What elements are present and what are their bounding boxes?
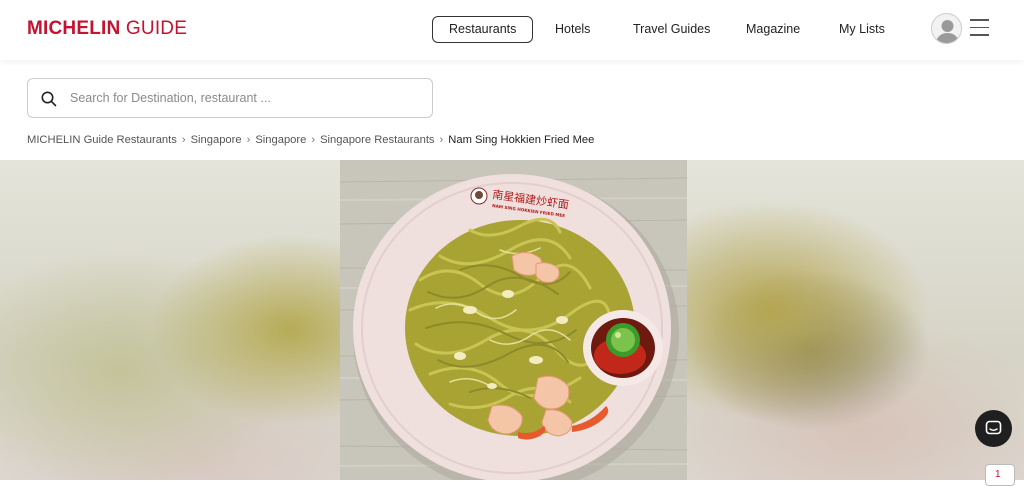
floating-list-badge[interactable]: 1 (985, 464, 1015, 486)
dish-illustration: 南星福建炒虾面 NAM SING HOKKIEN FRIED MEE (340, 160, 687, 480)
breadcrumb-michelin-guide-restaurants[interactable]: MICHELIN Guide Restaurants (27, 134, 177, 146)
logo-guide: GUIDE (125, 18, 188, 39)
restaurant-dish-photo[interactable]: 南星福建炒虾面 NAM SING HOKKIEN FRIED MEE (340, 160, 687, 480)
breadcrumb-separator: › (311, 134, 316, 146)
chat-support-button[interactable] (975, 410, 1012, 447)
nav-restaurants[interactable]: Restaurants (432, 16, 534, 43)
nav-travel-guides[interactable]: Travel Guides (633, 16, 710, 43)
user-avatar-icon[interactable] (931, 13, 962, 44)
floating-badge-count: 1 (995, 469, 1001, 480)
michelin-guide-logo[interactable]: MICHELIN GUIDE (27, 18, 187, 40)
breadcrumb-separator: › (439, 134, 444, 146)
search-input[interactable] (70, 79, 420, 117)
hero-gallery[interactable]: 南星福建炒虾面 NAM SING HOKKIEN FRIED MEE (0, 160, 1024, 480)
breadcrumb-separator: › (246, 134, 251, 146)
nav-my-lists[interactable]: My Lists (839, 16, 885, 43)
breadcrumb-singapore-city[interactable]: Singapore (255, 134, 306, 146)
search-icon (41, 91, 57, 107)
breadcrumb-separator: › (181, 134, 186, 146)
breadcrumb-singapore-restaurants[interactable]: Singapore Restaurants (320, 134, 434, 146)
breadcrumb: MICHELIN Guide Restaurants › Singapore › Sin… (27, 134, 594, 150)
breadcrumb-current-restaurant: Nam Sing Hokkien Fried Mee (448, 134, 595, 146)
breadcrumb-singapore-country[interactable]: Singapore (191, 134, 242, 146)
chat-icon (985, 420, 1002, 435)
nav-hotels[interactable]: Hotels (555, 16, 590, 43)
search-box[interactable] (27, 78, 433, 118)
hamburger-menu-icon[interactable] (970, 19, 989, 37)
site-header: MICHELIN GUIDE Restaurants Hotels Travel… (0, 0, 1024, 60)
nav-magazine[interactable]: Magazine (746, 16, 800, 43)
logo-brand: MICHELIN (27, 18, 121, 39)
